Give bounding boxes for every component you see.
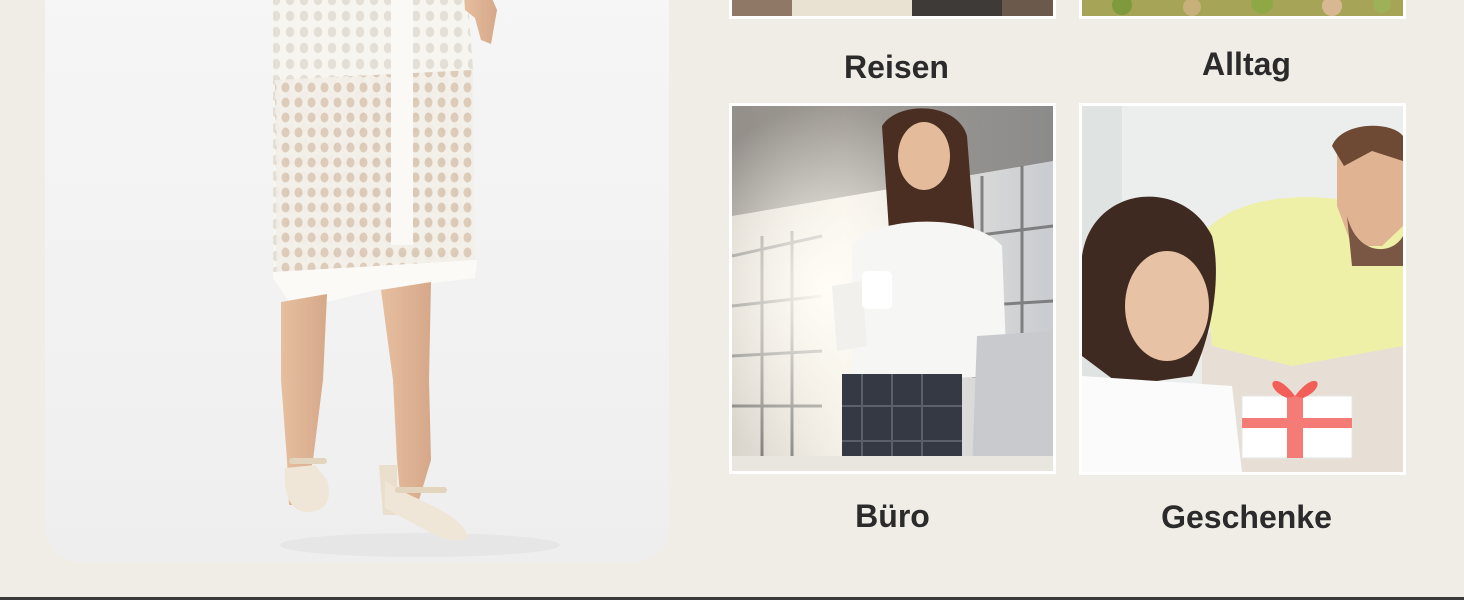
category-label-alltag[interactable]: Alltag (1083, 46, 1410, 82)
office-woman-photo-icon (732, 106, 1053, 471)
gift-couple-photo-icon (1082, 106, 1403, 472)
everyday-photo-icon (1082, 0, 1403, 16)
category-tile-geschenke[interactable] (1079, 103, 1406, 475)
category-tile-buero[interactable] (729, 103, 1056, 474)
woman-in-white-knit-dress-photo-icon (273, 0, 560, 557)
category-label-reisen[interactable]: Reisen (733, 49, 1060, 85)
category-tile-reisen[interactable] (729, 0, 1056, 19)
category-label-buero[interactable]: Büro (729, 498, 1056, 534)
category-tile-alltag[interactable] (1079, 0, 1406, 19)
travel-photo-icon (732, 0, 1053, 16)
hero-photo (45, 0, 669, 562)
category-label-geschenke[interactable]: Geschenke (1083, 499, 1410, 535)
